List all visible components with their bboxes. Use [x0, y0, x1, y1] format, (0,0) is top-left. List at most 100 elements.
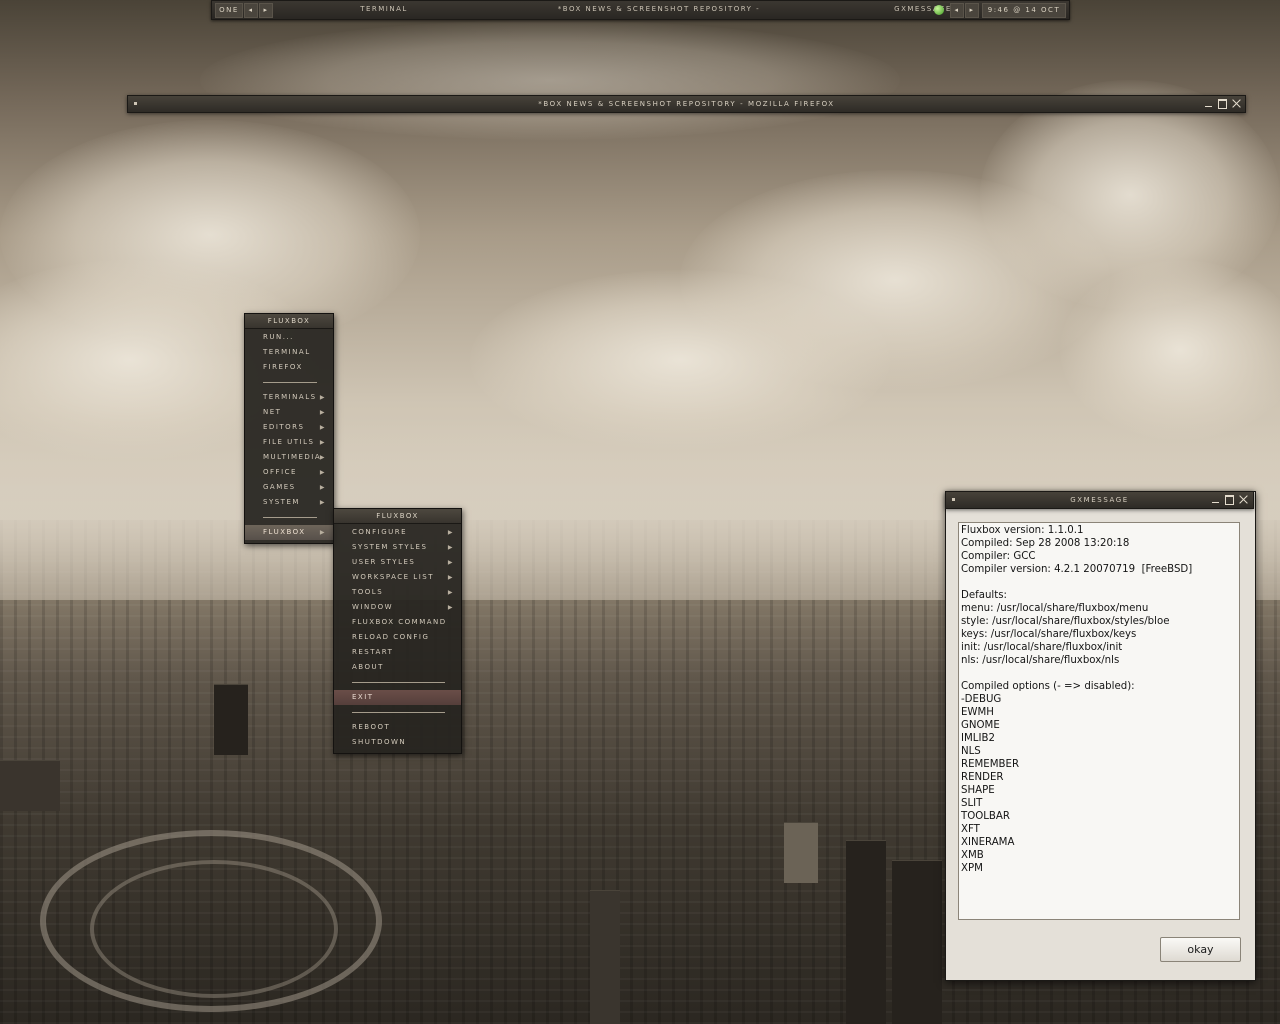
- menu-item-games[interactable]: GAMES ▶: [245, 480, 333, 495]
- message-line: XINERAMA: [961, 837, 1015, 848]
- menu-item-file-utils[interactable]: FILE UTILS ▶: [245, 435, 333, 450]
- message-line: Compiler version: 4.2.1 20070719 [FreeBS…: [961, 564, 1193, 575]
- window-title: *BOX NEWS & SCREENSHOT REPOSITORY - MOZI…: [538, 100, 835, 108]
- wallpaper-highway: [90, 860, 338, 998]
- task-terminal[interactable]: TERMINAL: [276, 3, 492, 16]
- prev-workspace-button[interactable]: ◂: [244, 3, 258, 18]
- fluxbox-toolbar: ONE ◂ ▸ TERMINAL *BOX NEWS & SCREENSHOT …: [211, 0, 1070, 20]
- submenu-arrow-icon: ▶: [447, 604, 454, 611]
- menu-item-firefox[interactable]: FIREFOX: [245, 360, 333, 375]
- okay-button[interactable]: okay: [1160, 937, 1241, 962]
- left-triangle-icon: ◂: [248, 6, 254, 14]
- message-line: Defaults:: [961, 590, 1007, 601]
- message-line: nls: /usr/local/share/fluxbox/nls: [961, 655, 1120, 666]
- menu-separator: [334, 705, 461, 720]
- menu-item-workspace-list[interactable]: WORKSPACE LIST ▶: [334, 570, 461, 585]
- menu-item-exit[interactable]: EXIT: [334, 690, 461, 705]
- menu-item-terminal[interactable]: TERMINAL: [245, 345, 333, 360]
- message-line: -DEBUG: [961, 694, 1002, 705]
- message-line: RENDER: [961, 772, 1004, 783]
- submenu-arrow-icon: ▶: [447, 544, 454, 551]
- menu-item-office[interactable]: OFFICE ▶: [245, 465, 333, 480]
- message-line: XPM: [961, 863, 983, 874]
- message-line: Compiled options (- => disabled):: [961, 681, 1135, 692]
- message-line: IMLIB2: [961, 733, 995, 744]
- prev-window-button[interactable]: ◂: [950, 3, 964, 18]
- submenu-arrow-icon: ▶: [319, 484, 326, 491]
- menu-item-run[interactable]: RUN...: [245, 330, 333, 345]
- menu-item-restart[interactable]: RESTART: [334, 645, 461, 660]
- message-line: keys: /usr/local/share/fluxbox/keys: [961, 629, 1137, 640]
- menu-item-system[interactable]: SYSTEM ▶: [245, 495, 333, 510]
- task-firefox[interactable]: *BOX NEWS & SCREENSHOT REPOSITORY -: [494, 3, 824, 16]
- submenu-arrow-icon: ▶: [447, 574, 454, 581]
- menu-item-net[interactable]: NET ▶: [245, 405, 333, 420]
- menu-item-system-styles[interactable]: SYSTEM STYLES ▶: [334, 540, 461, 555]
- workspace-name[interactable]: ONE: [215, 3, 243, 18]
- wallpaper-building: [214, 684, 248, 755]
- menu-item-editors[interactable]: EDITORS ▶: [245, 420, 333, 435]
- message-line: REMEMBER: [961, 759, 1020, 770]
- menu-item-terminals[interactable]: TERMINALS ▶: [245, 390, 333, 405]
- submenu-arrow-icon: ▶: [319, 469, 326, 476]
- message-line: Compiled: Sep 28 2008 13:20:18: [961, 538, 1130, 549]
- menu-item-configure[interactable]: CONFIGURE ▶: [334, 525, 461, 540]
- menu-separator: [334, 675, 461, 690]
- message-line: init: /usr/local/share/fluxbox/init: [961, 642, 1123, 653]
- window-title: GXMESSAGE: [1070, 496, 1129, 504]
- message-line: XFT: [961, 824, 980, 835]
- message-line: EWMH: [961, 707, 994, 718]
- wallpaper-building: [0, 760, 60, 811]
- right-triangle-icon: ▸: [969, 6, 975, 14]
- fluxbox-submenu: FLUXBOX CONFIGURE ▶ SYSTEM STYLES ▶ USER S…: [333, 508, 462, 754]
- next-workspace-button[interactable]: ▸: [259, 3, 273, 18]
- menu-item-fluxbox-command[interactable]: FLUXBOX COMMAND: [334, 615, 461, 630]
- wallpaper-building: [784, 822, 818, 883]
- submenu-arrow-icon: ▶: [319, 454, 326, 461]
- submenu-arrow-icon: ▶: [447, 529, 454, 536]
- menu-item-fluxbox[interactable]: FLUXBOX ▶: [245, 525, 333, 540]
- menu-item-multimedia[interactable]: MULTIMEDIA ▶: [245, 450, 333, 465]
- submenu-arrow-icon: ▶: [319, 499, 326, 506]
- message-line: TOOLBAR: [961, 811, 1010, 822]
- message-line: GNOME: [961, 720, 1000, 731]
- gxmessage-titlebar[interactable]: GXMESSAGE: [945, 491, 1254, 509]
- menu-item-about[interactable]: ABOUT: [334, 660, 461, 675]
- menu-item-shutdown[interactable]: SHUTDOWN: [334, 735, 461, 750]
- menu-item-reboot[interactable]: REBOOT: [334, 720, 461, 735]
- menu-title: FLUXBOX: [334, 509, 461, 524]
- next-window-button[interactable]: ▸: [965, 3, 979, 18]
- maximize-button[interactable]: [1217, 98, 1228, 109]
- maximize-button[interactable]: [1224, 494, 1235, 505]
- submenu-arrow-icon: ▶: [447, 559, 454, 566]
- menu-item-reload-config[interactable]: RELOAD CONFIG: [334, 630, 461, 645]
- left-triangle-icon: ◂: [954, 6, 960, 14]
- close-button[interactable]: [1231, 98, 1242, 109]
- right-triangle-icon: ▸: [263, 6, 269, 14]
- message-line: XMB: [961, 850, 984, 861]
- tray-status-icon[interactable]: [934, 5, 944, 15]
- wallpaper-building: [892, 860, 942, 1024]
- message-line: Compiler: GCC: [961, 551, 1036, 562]
- submenu-arrow-icon: ▶: [319, 394, 326, 401]
- menu-separator: [245, 375, 333, 390]
- firefox-window-titlebar[interactable]: *BOX NEWS & SCREENSHOT REPOSITORY - MOZI…: [127, 95, 1246, 113]
- minimize-button[interactable]: [1210, 494, 1221, 505]
- menu-item-window[interactable]: WINDOW ▶: [334, 600, 461, 615]
- submenu-arrow-icon: ▶: [447, 589, 454, 596]
- gxmessage-window: GXMESSAGE Fluxbox version: 1.1.0.1 Compil…: [945, 491, 1256, 981]
- menu-item-user-styles[interactable]: USER STYLES ▶: [334, 555, 461, 570]
- message-line: style: /usr/local/share/fluxbox/styles/b…: [961, 616, 1170, 627]
- root-menu: FLUXBOX RUN... TERMINAL FIREFOX TERMINAL…: [244, 313, 334, 544]
- submenu-arrow-icon: ▶: [319, 529, 326, 536]
- wallpaper-cloud: [200, 20, 900, 140]
- message-line: Fluxbox version: 1.1.0.1: [961, 525, 1084, 536]
- message-line: SHAPE: [961, 785, 995, 796]
- menu-item-tools[interactable]: TOOLS ▶: [334, 585, 461, 600]
- minimize-button[interactable]: [1203, 98, 1214, 109]
- wallpaper-building: [846, 840, 886, 1024]
- submenu-arrow-icon: ▶: [319, 424, 326, 431]
- close-button[interactable]: [1238, 494, 1249, 505]
- message-text-area[interactable]: Fluxbox version: 1.1.0.1 Compiled: Sep 28…: [958, 522, 1240, 920]
- menu-title: FLUXBOX: [245, 314, 333, 329]
